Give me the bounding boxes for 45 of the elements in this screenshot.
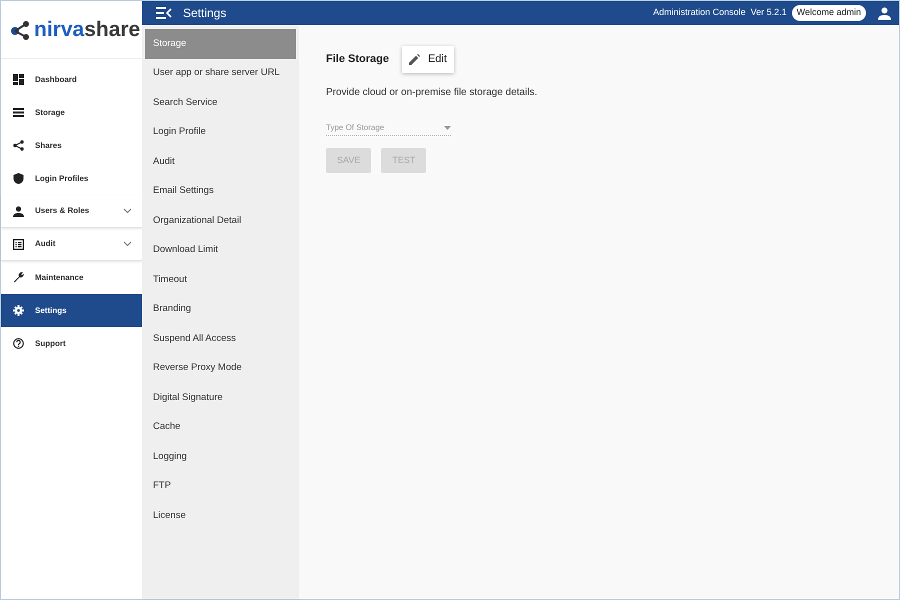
logo-text: nirvashare	[34, 19, 140, 40]
nav-item[interactable]: Shares	[1, 129, 142, 162]
settings-menu-item[interactable]: Audit	[145, 147, 296, 176]
version-label: Ver 5.2.1	[750, 6, 787, 20]
settings-menu-item[interactable]: User app or share server URL	[145, 58, 296, 88]
nav-item[interactable]: Maintenance	[1, 261, 142, 294]
nav-item[interactable]: Dashboard	[1, 63, 142, 96]
settings-menu-item[interactable]: Reverse Proxy Mode	[145, 354, 296, 383]
settings-menu-item[interactable]: Organizational Detail	[145, 206, 296, 236]
description-text: Provide cloud or on-premise file storage details.	[326, 86, 538, 100]
pencil-icon	[408, 54, 420, 65]
storage-icon	[13, 107, 24, 118]
settings-menu-item[interactable]: Logging	[145, 442, 296, 472]
list-icon	[13, 238, 24, 250]
nav-item[interactable]: Settings	[1, 294, 142, 327]
settings-menu-item[interactable]: Suspend All Access	[145, 324, 296, 354]
settings-menu-item[interactable]: Branding	[145, 294, 296, 324]
person-icon	[13, 206, 24, 216]
share-icon	[13, 140, 24, 151]
wrench-icon	[13, 272, 24, 283]
dropdown-caret-icon	[444, 126, 451, 130]
settings-menu-item[interactable]: License	[145, 501, 296, 530]
gear-icon	[13, 305, 24, 316]
edit-button[interactable]: Edit	[402, 46, 454, 73]
welcome-badge: Welcome admin	[792, 5, 866, 21]
nav-item[interactable]: Support	[1, 327, 142, 360]
shield-icon	[13, 173, 24, 184]
settings-menu-item[interactable]: Email Settings	[145, 176, 296, 206]
section-title: File Storage	[326, 52, 389, 68]
settings-menu-item[interactable]: Download Limit	[145, 236, 296, 265]
settings-menu-item[interactable]: Login Profile	[145, 118, 296, 147]
settings-menu-item[interactable]: Digital Signature	[145, 383, 296, 412]
settings-menu-item[interactable]: FTP	[145, 472, 296, 501]
console-label: Administration Console	[653, 6, 746, 20]
settings-menu-item[interactable]: Timeout	[145, 265, 296, 294]
logo-icon	[10, 18, 32, 40]
user-icon[interactable]	[878, 6, 891, 20]
settings-menu-item[interactable]: Cache	[145, 412, 296, 442]
nav-item[interactable]: Login Profiles	[1, 162, 142, 195]
nav-item[interactable]: Storage	[1, 96, 142, 129]
dashboard-icon	[13, 74, 24, 85]
settings-menu-item[interactable]: Search Service	[145, 88, 296, 118]
menu-collapse-icon[interactable]	[156, 7, 172, 19]
help-icon	[13, 338, 24, 349]
page-title: Settings	[183, 5, 226, 22]
